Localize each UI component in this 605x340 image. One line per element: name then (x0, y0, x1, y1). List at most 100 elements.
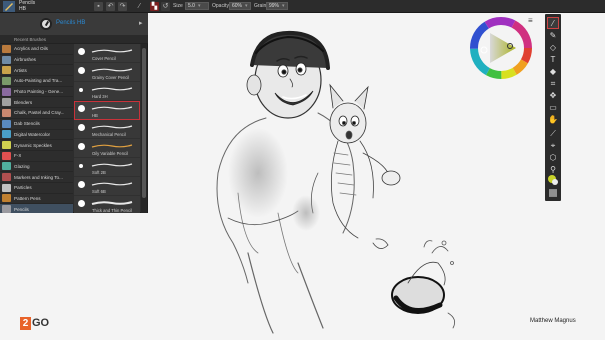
reset-icon[interactable]: ↺ (161, 2, 170, 11)
transform-tool-icon[interactable]: ✥ (547, 90, 559, 102)
brand-logo: 2 GO (20, 316, 49, 330)
brush-category-item[interactable]: Dab Stencils (0, 119, 73, 130)
lasso-tool-icon[interactable]: ✋ (547, 114, 559, 126)
save-icon[interactable]: ▪ (94, 2, 103, 11)
redo-icon[interactable]: ↷ (118, 2, 127, 11)
brush-category-label: Markers and Inking To... (14, 174, 63, 180)
brush-category-item[interactable]: Particles (0, 183, 73, 194)
brush-category-item[interactable]: Acrylics and Oils (0, 44, 73, 55)
brush-variant-label: Soft 6B (92, 189, 106, 194)
brush-selector[interactable]: Pencils HB (19, 0, 35, 12)
brush-category-icon (2, 44, 11, 53)
color-panel-menu-icon[interactable]: ≡ (528, 16, 533, 25)
undo-icon[interactable]: ↶ (106, 2, 115, 11)
size-label: Size (173, 3, 183, 9)
brush-dab-icon[interactable] (40, 18, 52, 30)
brush-category-item[interactable]: Pencils (0, 204, 73, 213)
logo-number: 2 (20, 316, 31, 330)
brush-dab-preview-icon (79, 164, 83, 168)
brush-category-list: Acrylics and Oils Airbrushes Artists Auto-P… (0, 44, 73, 213)
brush-variant-label: Grainy Cover Pencil (92, 75, 130, 80)
size-field[interactable]: 5.0 ▾ (185, 2, 209, 10)
brush-category-item[interactable]: Photo Painting - Gene... (0, 87, 73, 98)
brush-category-label: Auto-Painting and Tra... (14, 78, 63, 84)
brush-category-item[interactable]: Airbrushes (0, 55, 73, 66)
brush-category-icon (2, 194, 11, 203)
brush-variant-item[interactable]: HB (74, 101, 140, 120)
stroke-type-icon[interactable]: ▚ (150, 2, 159, 11)
eraser-tool-icon[interactable]: ◆ (547, 66, 559, 78)
clone-tool-icon[interactable]: ⌖ (547, 140, 559, 152)
artist-credit: Matthew Magnus (530, 318, 576, 324)
brush-category-item[interactable]: Glazing (0, 162, 73, 173)
brush-category-item[interactable]: Artists (0, 65, 73, 77)
text-tool-icon[interactable]: T (547, 54, 559, 66)
brush-dab-preview-icon (78, 200, 85, 207)
grain-field[interactable]: 99% ▾ (266, 2, 288, 10)
brush-options-icon[interactable]: ⁄ (135, 2, 144, 11)
brush-dab-preview-icon (79, 88, 83, 92)
brush-variant-label: Soft 2B (92, 170, 106, 175)
color-swatch-icon[interactable] (547, 174, 559, 186)
brush-tool-icon[interactable]: ⁄ (547, 17, 559, 29)
brush-category-item[interactable]: Chalk, Pastel and Cray... (0, 108, 73, 119)
brush-category-icon (2, 108, 11, 117)
brush-stroke-preview (91, 182, 133, 186)
brush-dab-preview-icon (78, 48, 85, 55)
brush-stroke-preview (91, 125, 133, 129)
brush-category-label: Blenders (14, 99, 33, 105)
brush-category-item[interactable]: Auto-Painting and Tra... (0, 76, 73, 87)
brush-variant-list: Cover Pencil Grainy Cover Pencil Hard 3H HB… (74, 44, 140, 213)
brush-category-icon (2, 141, 11, 150)
brush-variant-item[interactable]: Mechanical Pencil (74, 120, 140, 139)
dropper-tool-icon[interactable]: ✎ (547, 30, 559, 42)
brush-category-icon (2, 119, 11, 128)
grain-label: Grain (254, 3, 267, 9)
brush-stroke-preview (91, 144, 133, 148)
brush-variant-label: HB (19, 6, 26, 12)
brush-stroke-preview (91, 68, 133, 72)
brush-category-label: Pencils (14, 206, 29, 212)
brush-category-item[interactable]: F-X (0, 151, 73, 162)
brush-category-label: Chalk, Pastel and Cray... (14, 110, 65, 116)
brush-variant-item[interactable]: Grainy Cover Pencil (74, 63, 140, 82)
brush-category-item[interactable]: Dynamic Speckles (0, 140, 73, 151)
brush-category-label: F-X (14, 153, 22, 159)
color-wheel[interactable] (470, 17, 532, 79)
toolbox: ⁄ ✎ ◇ T ◆ ⌗ ✥ ▭ ✋ ⟋ ⌖ ⬡ ⚲ (545, 14, 561, 201)
brush-variant-label: Cover Pencil (92, 56, 116, 61)
brush-category-label: Artists (14, 67, 27, 73)
brush-category-item[interactable]: Pattern Pens (0, 194, 73, 205)
magic-wand-tool-icon[interactable]: ⟋ (547, 128, 559, 140)
brush-category-icon (2, 76, 11, 85)
shape-tool-icon[interactable]: ⬡ (547, 152, 559, 164)
paint-bucket-tool-icon[interactable]: ◇ (547, 42, 559, 54)
brush-variant-item[interactable]: Cover Pencil (74, 44, 140, 63)
brush-variant-item[interactable]: Thick and Thin Pencil (74, 196, 140, 213)
brush-category-label: Dab Stencils (14, 121, 40, 127)
brush-variant-item[interactable]: Hard 3H (74, 82, 140, 101)
brush-stroke-preview (91, 201, 133, 205)
recent-brushes-label[interactable]: Recent Brushes (0, 35, 148, 44)
paper-swatch-icon[interactable] (547, 187, 559, 199)
brush-category-icon (2, 173, 11, 182)
brush-variant-label: Oily Variable Pencil (92, 151, 128, 156)
brush-category-item[interactable]: Blenders (0, 97, 73, 109)
brush-category-icon (2, 162, 11, 171)
selection-tool-icon[interactable]: ▭ (547, 102, 559, 114)
brush-stroke-preview (91, 49, 133, 53)
brush-category-icon (2, 87, 11, 96)
brush-variant-item[interactable]: Soft 2B (74, 158, 140, 177)
panel-menu-arrow-icon[interactable]: ▸ (139, 19, 143, 27)
variant-scrollbar[interactable] (141, 44, 147, 213)
brush-category-item[interactable]: Markers and Inking To... (0, 172, 73, 183)
brush-variant-item[interactable]: Oily Variable Pencil (74, 139, 140, 158)
brush-variant-item[interactable]: Soft 6B (74, 177, 140, 196)
scrollbar-thumb[interactable] (142, 48, 146, 198)
brush-stroke-preview (91, 87, 133, 91)
brush-icon[interactable] (3, 1, 15, 12)
brush-category-item[interactable]: Digital Watercolor (0, 130, 73, 141)
crop-tool-icon[interactable]: ⌗ (547, 78, 559, 90)
opacity-field[interactable]: 60% ▾ (229, 2, 251, 10)
brush-category-label: Particles (14, 185, 32, 191)
